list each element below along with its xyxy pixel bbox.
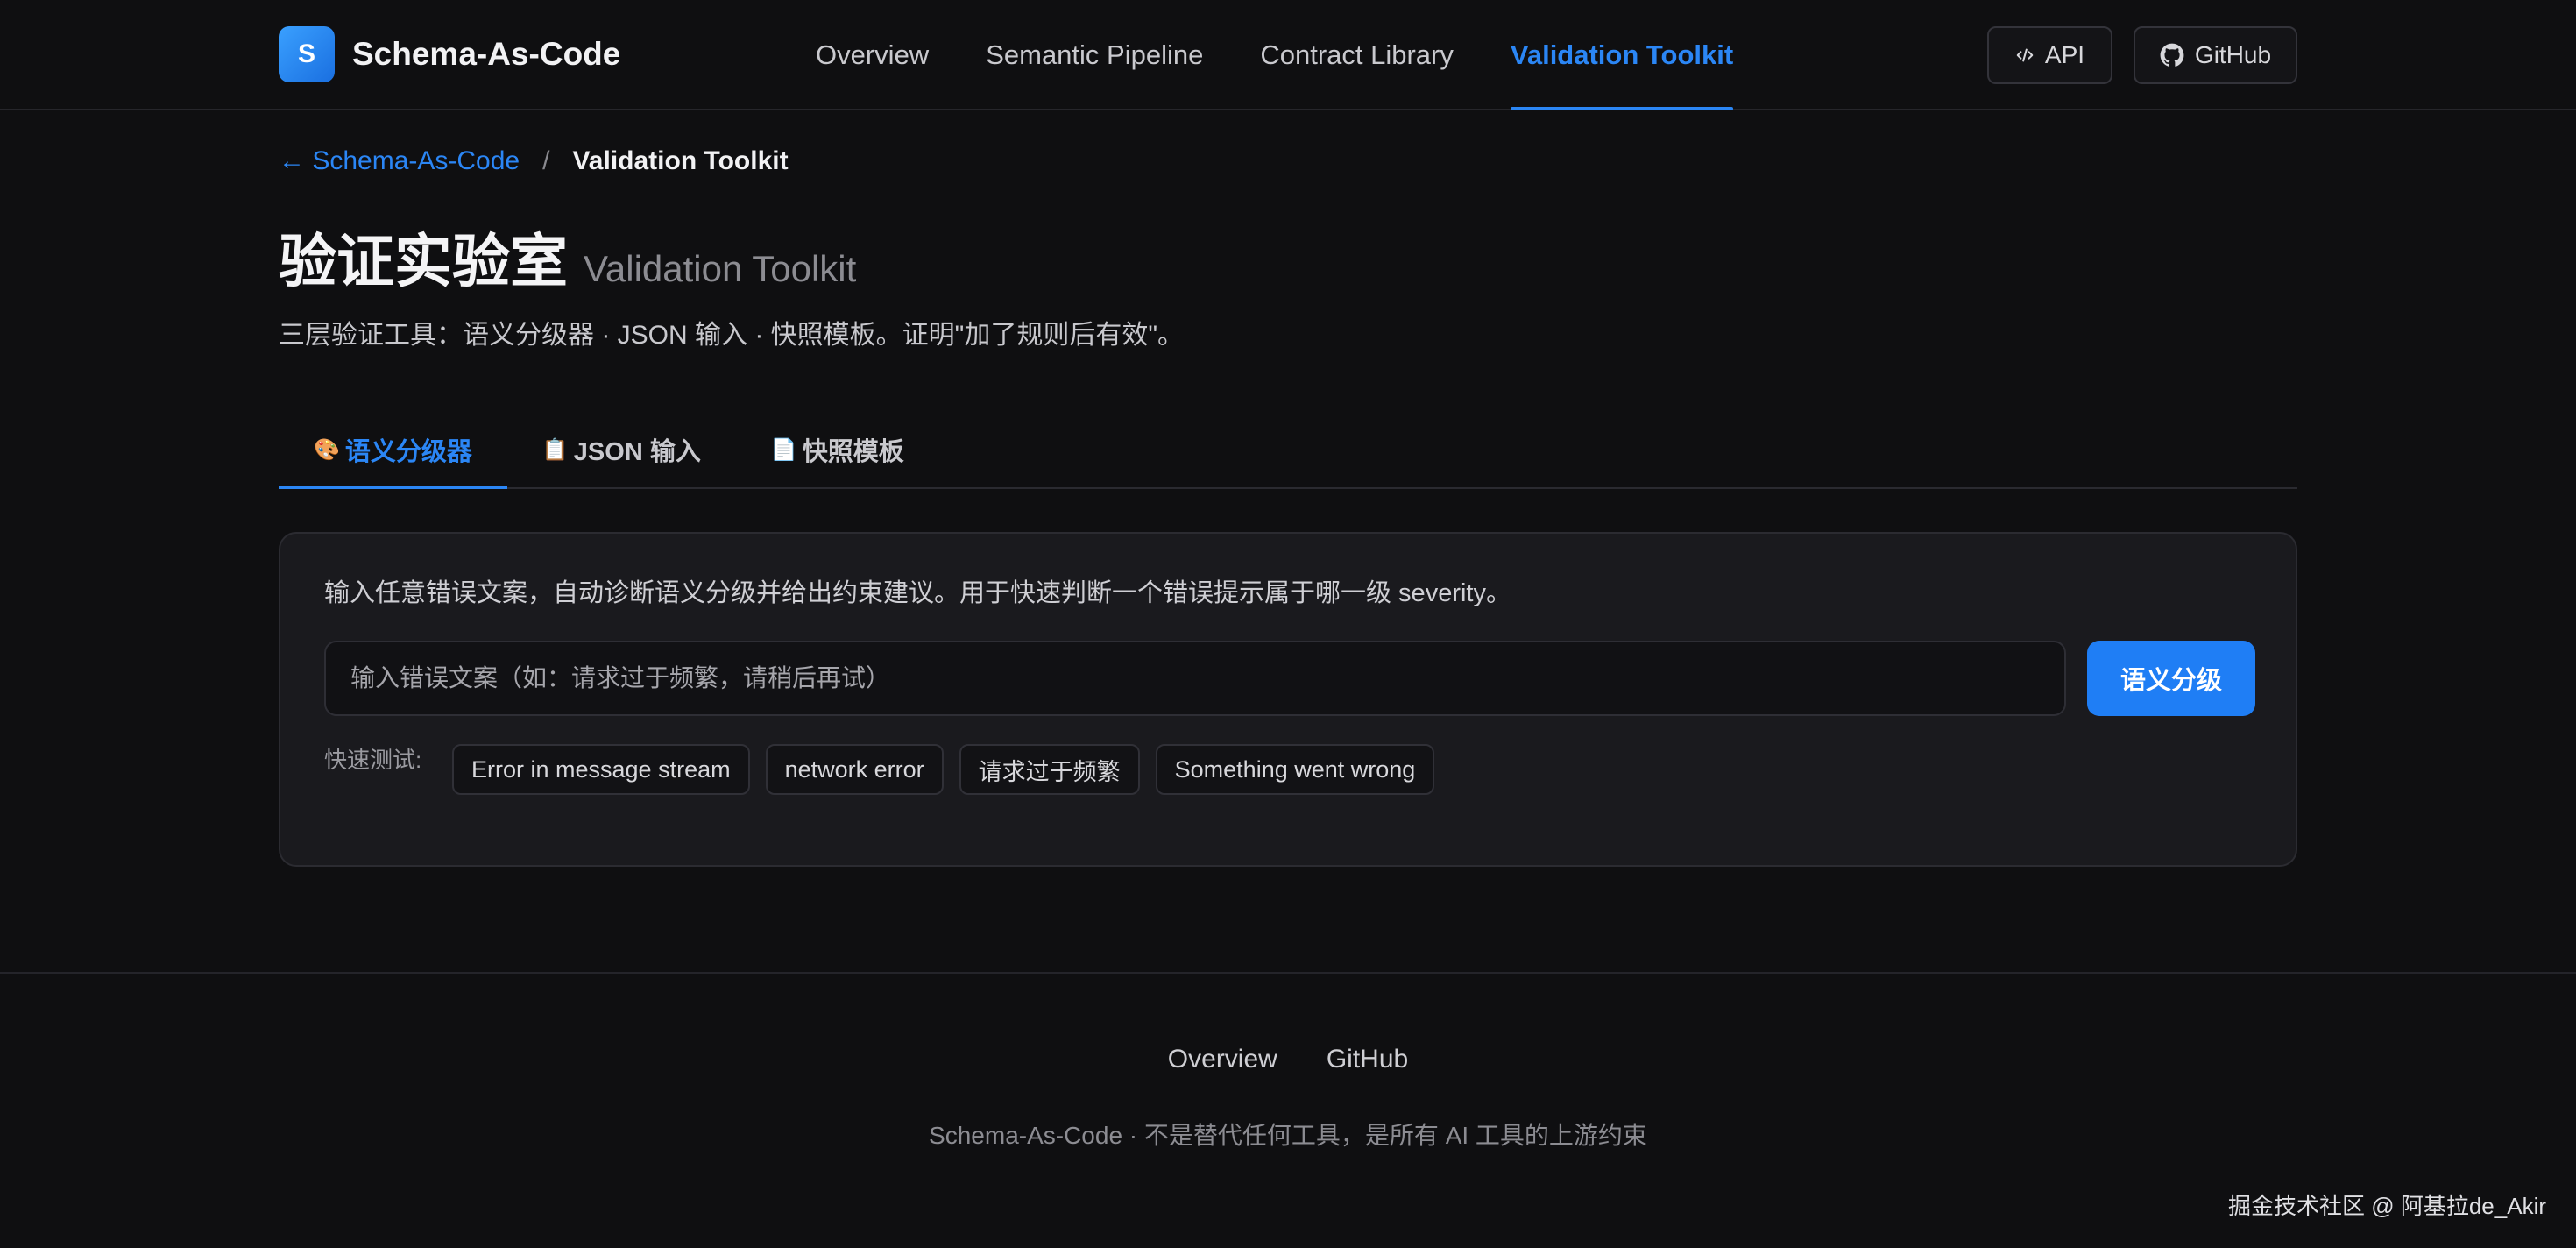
tab-label: 语义分级器 <box>344 438 472 466</box>
brand-logo[interactable]: S <box>279 26 335 82</box>
nav-overview[interactable]: Overview <box>816 0 929 110</box>
footer-tagline: Schema-As-Code · 不是替代任何工具，是所有 AI 工具的上游约束 <box>929 1122 1647 1149</box>
classifier-description: 输入任意错误文案，自动诊断语义分级并给出约束建议。用于快速判断一个错误提示属于哪… <box>324 579 1511 607</box>
quick-test-label: 快速测试: <box>324 747 422 773</box>
quick-test-list: Error in message stream network error 请求… <box>452 744 1450 795</box>
footer-divider <box>0 972 2576 974</box>
nav-semantic-pipeline[interactable]: Semantic Pipeline <box>986 0 1203 110</box>
api-button-label: API <box>2044 41 2085 68</box>
palette-icon: 🎨 <box>314 437 340 462</box>
breadcrumb-current: Validation Toolkit <box>572 146 789 175</box>
breadcrumb-back-link[interactable]: ← Schema-As-Code <box>279 144 520 179</box>
breadcrumb-separator: / <box>542 146 550 175</box>
classifier-panel: 输入任意错误文案，自动诊断语义分级并给出约束建议。用于快速判断一个错误提示属于哪… <box>279 532 2297 867</box>
footer-links: Overview GitHub <box>0 1045 2576 1074</box>
footer-link-overview[interactable]: Overview <box>1168 1045 1277 1074</box>
tab-semantic-classifier[interactable]: 🎨 语义分级器 <box>279 412 507 489</box>
tool-tabs: 🎨 语义分级器 📋 JSON 输入 📄 快照模板 <box>279 412 2297 489</box>
tab-json-input[interactable]: 📋 JSON 输入 <box>507 412 736 487</box>
main-nav: Overview Semantic Pipeline Contract Libr… <box>816 0 1790 110</box>
document-icon: 📄 <box>770 437 797 462</box>
page-title-cn: 验证实验室 <box>279 229 568 294</box>
tab-snapshot-template[interactable]: 📄 快照模板 <box>736 412 939 487</box>
error-text-input[interactable] <box>324 641 2066 716</box>
nav-contract-library[interactable]: Contract Library <box>1260 0 1454 110</box>
code-icon <box>2015 46 2035 65</box>
tab-label: 快照模板 <box>802 438 904 466</box>
quick-test-chip[interactable]: network error <box>765 744 944 795</box>
brand-name[interactable]: Schema-As-Code <box>352 33 620 75</box>
github-button-label: GitHub <box>2194 41 2272 68</box>
top-header: S Schema-As-Code Overview Semantic Pipel… <box>0 0 2576 110</box>
github-button[interactable]: GitHub <box>2134 26 2297 84</box>
page-title-en: Validation Toolkit <box>584 248 857 289</box>
clipboard-icon: 📋 <box>541 437 569 462</box>
quick-test-chip[interactable]: Something went wrong <box>1155 744 1435 795</box>
github-icon <box>2160 43 2184 67</box>
page-title: 验证实验室 Validation Toolkit <box>279 226 856 296</box>
classify-button[interactable]: 语义分级 <box>2087 641 2255 716</box>
footer-link-github[interactable]: GitHub <box>1327 1045 1408 1074</box>
watermark: 掘金技术社区 @ 阿基拉de_Akir <box>2228 1193 2546 1219</box>
api-button[interactable]: API <box>1987 26 2112 84</box>
breadcrumb: ← Schema-As-Code / Validation Toolkit <box>279 144 789 179</box>
tab-label: JSON 输入 <box>573 438 701 466</box>
quick-test-chip[interactable]: 请求过于频繁 <box>959 744 1140 795</box>
nav-validation-toolkit[interactable]: Validation Toolkit <box>1510 0 1734 110</box>
page-subtitle: 三层验证工具：语义分级器 · JSON 输入 · 快照模板。证明"加了规则后有效… <box>279 321 1184 350</box>
quick-test-chip[interactable]: Error in message stream <box>452 744 750 795</box>
